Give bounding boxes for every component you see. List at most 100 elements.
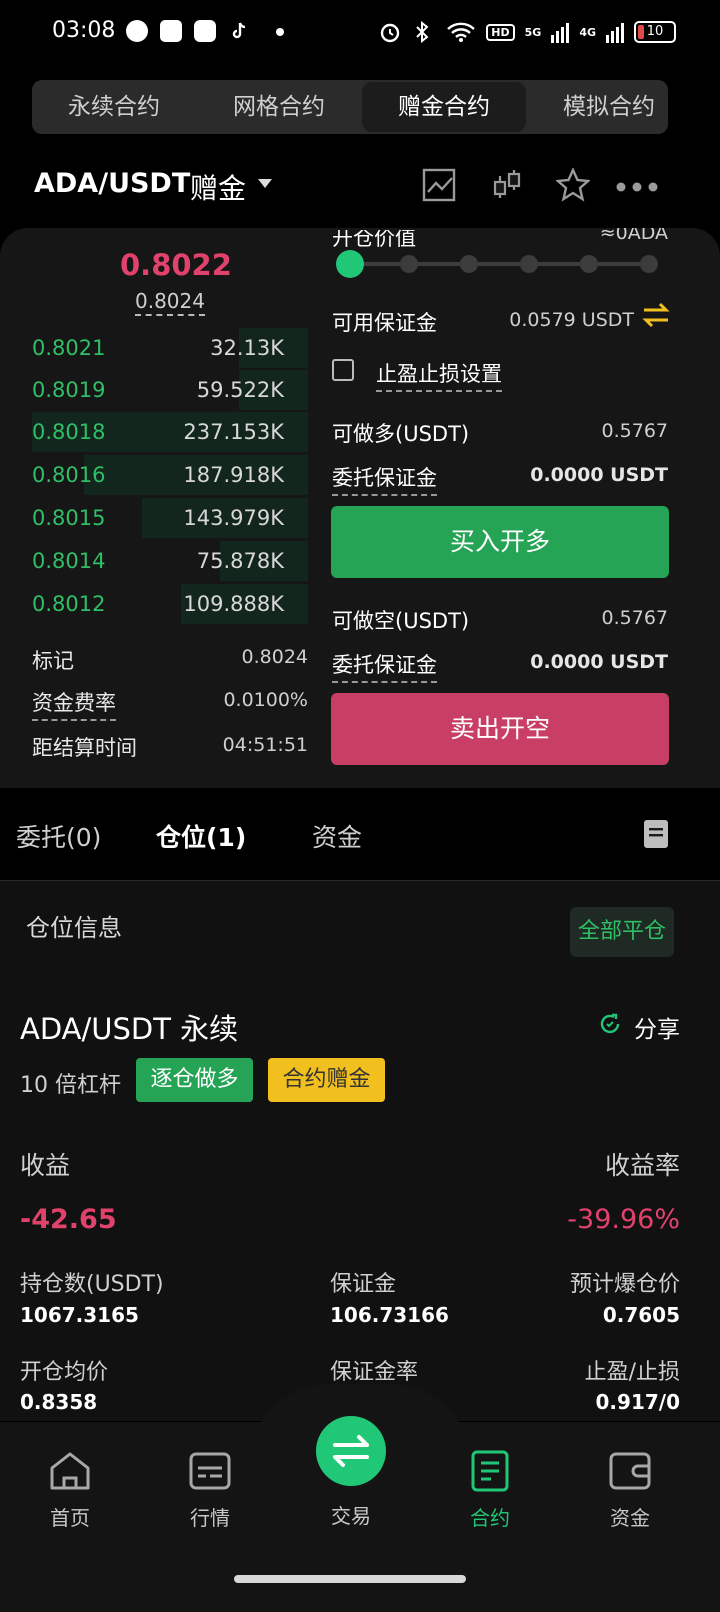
slider-track[interactable] <box>350 262 650 266</box>
slider-step[interactable] <box>400 255 418 273</box>
tab-orders[interactable]: 委托(0) <box>16 818 101 854</box>
battery-level: 10 <box>646 24 664 39</box>
contract-type-tabs: 永续合约 网格合约 赠金合约 模拟合约 <box>32 80 668 134</box>
long-max-label: 可做多(USDT) <box>332 422 470 446</box>
chevron-down-icon[interactable] <box>258 179 272 188</box>
bid-price: 0.8019 <box>32 378 106 402</box>
position-size-label: 持仓数(USDT) <box>20 1272 164 1297</box>
nav-home[interactable]: 首页 <box>20 1450 120 1531</box>
share-button[interactable]: 分享 <box>634 1010 680 1044</box>
bonus-badge: 合约赠金 <box>268 1058 385 1102</box>
nav-assets[interactable]: 资金 <box>580 1450 680 1531</box>
open-value: ≈0ADA <box>599 222 668 244</box>
slider-step[interactable] <box>460 255 478 273</box>
home-icon <box>48 1452 92 1496</box>
contract-icon <box>468 1450 512 1496</box>
pnl-value: -42.65 <box>20 1204 117 1235</box>
tpsl-label: 止盈/止损 <box>584 1360 680 1385</box>
more-icon[interactable] <box>616 178 658 197</box>
order-book-row[interactable]: 0.8018 237.153K <box>32 412 308 452</box>
telegram-icon <box>126 20 148 42</box>
long-order-margin-value: 0.0000 USDT <box>530 464 668 486</box>
document-icon[interactable] <box>644 820 668 852</box>
short-order-margin-label[interactable]: 委托保证金 <box>332 649 437 683</box>
position-pair: ADA/USDT 永续 <box>20 1012 239 1046</box>
chart-icon[interactable] <box>422 168 456 206</box>
share-icon[interactable] <box>598 1012 622 1040</box>
order-book-row[interactable]: 0.8012 109.888K <box>32 584 308 624</box>
tpsl-settings-label[interactable]: 止盈止损设置 <box>376 358 502 392</box>
funding-rate-label[interactable]: 资金费率 <box>32 687 116 721</box>
nav-contract-label: 合约 <box>470 1506 510 1530</box>
mark-price-display[interactable]: 0.8024 <box>135 289 205 316</box>
app-icon <box>194 20 216 42</box>
short-order-margin-value: 0.0000 USDT <box>530 651 668 673</box>
long-order-margin-label[interactable]: 委托保证金 <box>332 462 437 496</box>
tab-funds[interactable]: 资金 <box>312 818 362 854</box>
bluetooth-icon <box>412 20 436 44</box>
tab-perpetual[interactable]: 永续合约 <box>32 80 196 134</box>
entry-price-value: 0.8358 <box>20 1390 98 1414</box>
order-book-row[interactable]: 0.8019 59.522K <box>32 370 308 410</box>
position-mode-badge: 逐仓做多 <box>136 1058 253 1102</box>
tab-bonus[interactable]: 赠金合约 <box>362 82 526 132</box>
bid-qty: 237.153K <box>183 420 284 444</box>
liquidation-price-label: 预计爆仓价 <box>569 1272 680 1297</box>
pair-tag[interactable]: 赠金 <box>190 167 246 207</box>
status-time: 03:08 <box>52 18 116 43</box>
short-max-value: 0.5767 <box>601 607 668 629</box>
nav-trade[interactable] <box>316 1416 386 1486</box>
bid-price: 0.8015 <box>32 506 106 530</box>
messenger-icon <box>160 20 182 42</box>
slider-step[interactable] <box>580 255 598 273</box>
order-book-row[interactable]: 0.8015 143.979K <box>32 498 308 538</box>
tab-grid[interactable]: 网格合约 <box>196 80 362 134</box>
bid-price: 0.8021 <box>32 336 106 360</box>
nav-trade-label: 交易 <box>331 1504 371 1528</box>
slider-handle[interactable] <box>336 250 364 278</box>
tab-positions[interactable]: 仓位(1) <box>156 818 246 854</box>
pair-symbol[interactable]: ADA/USDT <box>34 168 190 199</box>
tab-demo[interactable]: 模拟合约 <box>526 80 668 134</box>
short-max-label: 可做空(USDT) <box>332 609 470 633</box>
wifi-icon <box>446 21 476 43</box>
home-indicator[interactable] <box>234 1575 466 1583</box>
order-book-row[interactable]: 0.8014 75.878K <box>32 541 308 581</box>
market-icon <box>188 1452 232 1496</box>
mark-value: 0.8024 <box>241 646 308 668</box>
long-max-value: 0.5767 <box>601 420 668 442</box>
bid-qty: 109.888K <box>183 592 284 616</box>
pnl-label: 收益 <box>20 1151 71 1180</box>
bid-price: 0.8014 <box>32 549 106 573</box>
buy-long-button[interactable]: 买入开多 <box>331 506 669 578</box>
last-price: 0.8022 <box>120 248 232 282</box>
nav-contract[interactable]: 合约 <box>440 1450 540 1531</box>
signal-4g-icon: 4G <box>579 25 596 39</box>
slider-step[interactable] <box>520 255 538 273</box>
mark-label: 标记 <box>32 649 74 673</box>
close-all-button[interactable]: 全部平仓 <box>570 907 674 957</box>
slider-step[interactable] <box>640 255 658 273</box>
candlestick-icon[interactable] <box>492 168 524 206</box>
hd-icon: HD <box>486 23 515 41</box>
star-icon[interactable] <box>555 167 591 206</box>
available-margin-value: 0.0579 USDT <box>509 309 634 331</box>
bid-price: 0.8016 <box>32 463 106 487</box>
sell-short-button[interactable]: 卖出开空 <box>331 693 669 765</box>
status-bar: 03:08 HD 5G 4G 10 <box>0 0 720 64</box>
bid-price: 0.8018 <box>32 420 106 444</box>
wallet-icon <box>608 1452 652 1496</box>
funding-rate-value: 0.0100% <box>223 689 308 711</box>
nav-market[interactable]: 行情 <box>160 1450 260 1531</box>
bid-qty: 75.878K <box>196 549 284 573</box>
transfer-icon[interactable] <box>642 302 670 332</box>
signal-bars-icon <box>606 21 624 43</box>
order-book-row[interactable]: 0.8016 187.918K <box>32 455 308 495</box>
order-book-row[interactable]: 0.8021 32.13K <box>32 328 308 368</box>
signal-bars-icon <box>551 21 570 43</box>
position-size-value: 1067.3165 <box>20 1303 139 1327</box>
tpsl-checkbox[interactable] <box>332 359 354 381</box>
settlement-label: 距结算时间 <box>32 736 137 760</box>
leverage-label: 10 倍杠杆 <box>20 1073 121 1098</box>
notification-dot <box>276 28 284 36</box>
